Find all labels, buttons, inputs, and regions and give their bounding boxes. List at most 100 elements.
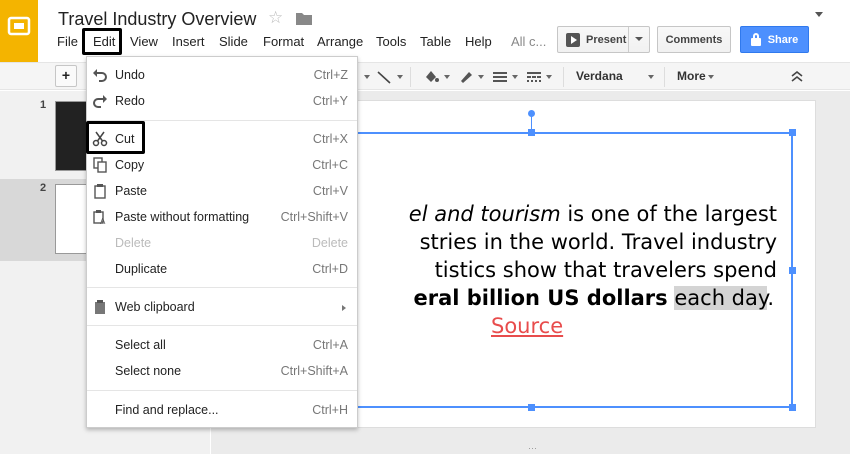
toolbar-divider: [664, 67, 665, 87]
menu-item-duplicate[interactable]: Duplicate Ctrl+D: [87, 257, 357, 281]
share-button[interactable]: Share: [740, 26, 809, 53]
present-divider: [628, 27, 629, 52]
toolbar-divider: [410, 67, 411, 87]
menu-item-shortcut: Ctrl+A: [312, 338, 348, 352]
toolbar-divider: [563, 67, 564, 87]
present-label: Present: [586, 33, 627, 46]
menu-separator: [87, 287, 357, 288]
fill-color-icon[interactable]: [422, 68, 440, 86]
line-color-caret-icon[interactable]: [478, 75, 484, 79]
text-run: .: [767, 286, 774, 310]
source-link[interactable]: Source: [491, 314, 563, 338]
line-tool-icon[interactable]: [376, 69, 392, 85]
menu-file[interactable]: File: [57, 34, 78, 49]
menu-item-shortcut: Ctrl+X: [312, 132, 348, 146]
line-caret-icon[interactable]: [397, 75, 403, 79]
folder-icon[interactable]: [296, 12, 312, 30]
lock-icon: [750, 32, 761, 46]
text-selection: each day: [674, 286, 768, 310]
collapse-toolbar-icon[interactable]: [790, 69, 804, 83]
play-icon: [566, 32, 580, 47]
menu-item-redo[interactable]: Redo Ctrl+Y: [87, 89, 357, 113]
cut-item-highlight: [86, 121, 145, 154]
text-bold: eral billion US dollars: [413, 286, 668, 310]
edit-menu-highlight: [82, 28, 122, 55]
resize-handle[interactable]: [528, 129, 535, 136]
menu-tools[interactable]: Tools: [376, 34, 406, 49]
menu-item-shortcut: Ctrl+Y: [312, 94, 348, 108]
menu-format[interactable]: Format: [263, 34, 304, 49]
menu-item-paste-without-formatting[interactable]: A Paste without formatting Ctrl+Shift+V: [87, 205, 357, 229]
menu-view[interactable]: View: [130, 34, 158, 49]
menu-item-label: Paste without formatting: [115, 210, 250, 224]
menu-item-undo[interactable]: Undo Ctrl+Z: [87, 63, 357, 87]
clipboard-icon: [95, 300, 105, 314]
menu-insert[interactable]: Insert: [172, 34, 205, 49]
rotation-handle[interactable]: [528, 110, 535, 117]
menu-table[interactable]: Table: [420, 34, 451, 49]
edit-menu-dropdown: Undo Ctrl+Z Redo Ctrl+Y Cut Ctrl+X Copy …: [86, 56, 358, 428]
slide-number: 2: [40, 182, 47, 194]
resize-handle[interactable]: [528, 404, 535, 411]
paste-icon: [94, 184, 106, 199]
menu-item-shortcut: Ctrl+H: [312, 403, 348, 417]
slide-number: 1: [40, 99, 47, 111]
share-label: Share: [767, 33, 799, 46]
line-dash-icon[interactable]: [526, 70, 542, 84]
line-dash-caret-icon[interactable]: [546, 75, 552, 79]
copy-icon: [93, 157, 107, 173]
menu-separator: [87, 390, 357, 391]
save-status[interactable]: All c...: [511, 34, 546, 49]
slides-logo-icon[interactable]: [0, 0, 38, 62]
menu-item-label: Delete: [115, 236, 152, 250]
text-italic: el and tourism: [408, 202, 561, 226]
menu-item-shortcut: Ctrl+Z: [313, 68, 348, 82]
comments-button[interactable]: Comments: [657, 26, 731, 53]
menu-item-paste[interactable]: Paste Ctrl+V: [87, 179, 357, 203]
resize-handle[interactable]: [789, 404, 796, 411]
menu-slide[interactable]: Slide: [219, 34, 248, 49]
resize-handle[interactable]: [789, 267, 796, 274]
new-slide-button[interactable]: +: [55, 65, 77, 87]
menu-item-label: Select none: [115, 364, 182, 378]
menu-item-delete[interactable]: Delete Delete: [87, 231, 357, 255]
text-run: is one of the largest: [560, 202, 777, 226]
menu-item-shortcut: Delete: [311, 236, 348, 250]
line-weight-icon[interactable]: [492, 70, 508, 84]
fill-caret-icon[interactable]: [444, 75, 450, 79]
menu-item-label: Redo: [115, 94, 145, 108]
line-color-icon[interactable]: [458, 68, 474, 84]
document-title[interactable]: Travel Industry Overview: [58, 9, 256, 30]
svg-text:A: A: [100, 217, 106, 225]
menu-item-find-replace[interactable]: Find and replace... Ctrl+H: [87, 398, 357, 422]
menu-item-label: Copy: [115, 158, 145, 172]
font-caret-icon[interactable]: [648, 75, 654, 79]
menu-item-label: Web clipboard: [115, 300, 195, 314]
menu-item-select-all[interactable]: Select all Ctrl+A: [87, 333, 357, 357]
font-family-select[interactable]: Verdana: [576, 69, 623, 83]
redo-icon: [93, 95, 107, 108]
menu-item-shortcut: Ctrl+C: [312, 158, 348, 172]
submenu-arrow-icon: [342, 305, 346, 311]
undo-icon: [93, 69, 107, 82]
menu-item-shortcut: Ctrl+Shift+A: [280, 364, 348, 378]
menu-help[interactable]: Help: [465, 34, 492, 49]
line-weight-caret-icon[interactable]: [512, 75, 518, 79]
menu-item-copy[interactable]: Copy Ctrl+C: [87, 153, 357, 177]
account-caret-icon[interactable]: [815, 12, 823, 17]
more-button[interactable]: More: [677, 69, 706, 83]
paste-plain-icon: A: [93, 210, 106, 225]
menu-item-shortcut: Ctrl+Shift+V: [280, 210, 348, 224]
more-caret-icon[interactable]: [708, 75, 714, 79]
chevron-down-icon[interactable]: [635, 37, 643, 41]
menu-item-label: Duplicate: [115, 262, 168, 276]
menu-item-label: Paste: [115, 184, 147, 198]
menu-item-select-none[interactable]: Select none Ctrl+Shift+A: [87, 359, 357, 383]
shape-caret-icon[interactable]: [364, 75, 370, 79]
star-icon[interactable]: ☆: [268, 8, 283, 28]
resize-handle[interactable]: [789, 129, 796, 136]
menu-separator: [87, 325, 357, 326]
menu-item-web-clipboard[interactable]: Web clipboard: [87, 295, 357, 319]
resize-grip-icon[interactable]: ⋯: [528, 443, 538, 454]
menu-arrange[interactable]: Arrange: [317, 34, 363, 49]
